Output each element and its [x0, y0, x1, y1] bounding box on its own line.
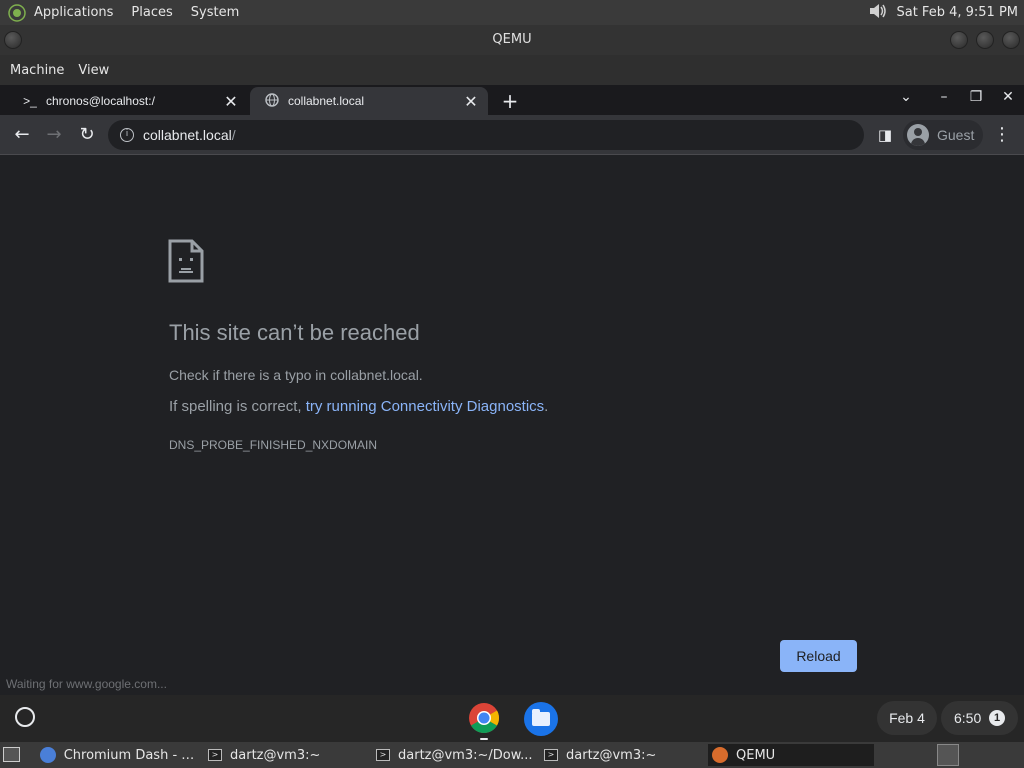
more-menu-icon[interactable]: ⋮	[990, 123, 1014, 147]
close-window-icon[interactable]: ✕	[998, 89, 1018, 105]
tab-search-icon[interactable]: ⌄	[896, 89, 916, 105]
close-icon[interactable]	[1002, 31, 1020, 49]
error-diagnostics-line: If spelling is correct, try running Conn…	[169, 398, 549, 415]
menu-system[interactable]: System	[191, 5, 239, 20]
minimize-icon[interactable]: –	[934, 89, 954, 105]
status-bubble: Waiting for www.google.com...	[0, 675, 173, 695]
menu-places[interactable]: Places	[131, 5, 172, 20]
restore-icon[interactable]: ❐	[966, 89, 986, 105]
qemu-icon	[712, 747, 728, 763]
task-terminal-1[interactable]: > dartz@vm3:~	[204, 744, 368, 766]
launcher-icon[interactable]	[15, 707, 35, 727]
back-icon[interactable]: ←	[10, 123, 34, 147]
browser-window: >_ chronos@localhost:/ ✕ collabnet.local…	[0, 85, 1024, 695]
forward-icon[interactable]: →	[42, 123, 66, 147]
tab-terminal[interactable]: >_ chronos@localhost:/ ✕	[8, 87, 248, 115]
qemu-tray-icon[interactable]	[937, 744, 959, 766]
address-bar[interactable]: i collabnet.local/	[108, 120, 864, 150]
notification-badge: 1	[989, 710, 1005, 726]
reload-icon[interactable]: ↻	[75, 123, 99, 147]
shelf-time: 6:50	[954, 710, 982, 726]
sad-page-icon	[168, 239, 204, 288]
reload-button[interactable]: Reload	[780, 640, 857, 672]
maximize-icon[interactable]	[976, 31, 994, 49]
error-title: This site can’t be reached	[169, 320, 420, 345]
error-page: This site can’t be reached Check if ther…	[0, 155, 1024, 695]
url-text[interactable]: collabnet.local/	[143, 127, 236, 143]
chrome-app-icon[interactable]	[468, 702, 500, 734]
terminal-icon: >	[376, 749, 390, 761]
running-indicator	[480, 738, 488, 740]
menu-machine[interactable]: Machine	[10, 63, 64, 78]
task-chromium-dash[interactable]: Chromium Dash - C...	[36, 744, 200, 766]
show-desktop-icon[interactable]	[3, 747, 20, 762]
terminal-icon: >	[208, 749, 222, 761]
terminal-icon: >_	[23, 94, 37, 108]
error-code: DNS_PROBE_FINISHED_NXDOMAIN	[169, 438, 378, 452]
chromium-icon	[40, 747, 56, 763]
speaker-icon[interactable]	[868, 2, 888, 24]
close-tab-icon[interactable]: ✕	[222, 92, 240, 112]
gnome-foot-icon[interactable]	[6, 2, 28, 24]
window-title: QEMU	[492, 32, 532, 47]
profile-name: Guest	[937, 127, 975, 143]
shelf-status-area[interactable]: 6:50 1	[941, 701, 1018, 735]
shelf-date[interactable]: Feb 4	[877, 701, 937, 735]
tab-label: collabnet.local	[288, 94, 365, 108]
terminal-icon: >	[544, 749, 558, 761]
panel-clock[interactable]: Sat Feb 4, 9:51 PM	[896, 5, 1018, 20]
bottom-taskbar: Chromium Dash - C... > dartz@vm3:~ > dar…	[0, 742, 1024, 768]
files-app-icon[interactable]	[524, 702, 558, 736]
profile-button[interactable]: Guest	[903, 120, 983, 150]
error-suggestion: Check if there is a typo in collabnet.lo…	[169, 367, 423, 383]
globe-icon	[264, 92, 280, 110]
task-terminal-2[interactable]: > dartz@vm3:~/Dow...	[372, 744, 536, 766]
browser-toolbar: ← → ↻ i collabnet.local/ ◨ Guest ⋮	[0, 115, 1024, 155]
minimize-icon[interactable]	[950, 31, 968, 49]
tab-strip: >_ chronos@localhost:/ ✕ collabnet.local…	[0, 85, 1024, 115]
chromeos-shelf: Feb 4 6:50 1	[0, 695, 1024, 742]
tab-label: chronos@localhost:/	[46, 94, 155, 108]
task-qemu[interactable]: QEMU	[708, 744, 874, 766]
close-tab-icon[interactable]: ✕	[462, 92, 480, 112]
avatar-icon	[907, 124, 929, 146]
new-tab-icon[interactable]: +	[500, 89, 520, 113]
menu-applications[interactable]: Applications	[34, 5, 113, 20]
site-info-icon[interactable]: i	[120, 128, 134, 142]
qemu-menubar: Machine View	[0, 55, 1024, 85]
diagnostics-link[interactable]: try running Connectivity Diagnostics	[306, 398, 544, 415]
top-panel: Applications Places System Sat Feb 4, 9:…	[0, 0, 1024, 25]
tab-collabnet[interactable]: collabnet.local ✕	[250, 87, 488, 115]
side-panel-icon[interactable]: ◨	[873, 123, 897, 147]
qemu-titlebar: QEMU	[0, 25, 1024, 55]
menu-view[interactable]: View	[78, 63, 109, 78]
task-terminal-3[interactable]: > dartz@vm3:~	[540, 744, 704, 766]
